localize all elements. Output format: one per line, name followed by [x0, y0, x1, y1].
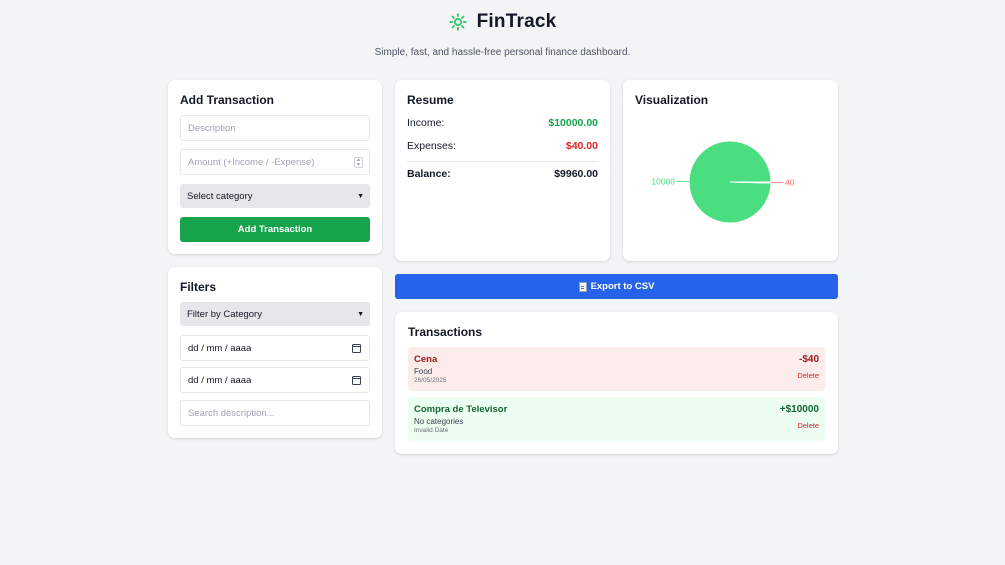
add-transaction-button[interactable]: Add Transaction [180, 217, 370, 242]
date-to-input[interactable]: dd / mm / aaaa [180, 367, 370, 393]
balance-label: Balance: [407, 168, 451, 180]
export-csv-label: Export to CSV [590, 281, 655, 292]
description-placeholder: Description [188, 122, 236, 134]
amount-stepper[interactable]: ▴ ▾ [354, 157, 363, 168]
filters-title: Filters [180, 280, 217, 294]
expenses-row: Expenses: $40.00 [407, 140, 598, 152]
transaction-amount: -$40 [798, 354, 819, 365]
pie-chart: 10000 40 [651, 140, 795, 224]
amount-input[interactable]: Amount (+Income / -Expense) ▴ ▾ [180, 149, 370, 175]
expenses-value: $40.00 [565, 140, 598, 152]
category-select-value: Select category [187, 190, 253, 202]
clipboard-icon [578, 281, 587, 292]
expenses-label: Expenses: [407, 140, 457, 152]
date-from-input[interactable]: dd / mm / aaaa [180, 335, 370, 361]
filter-category-select[interactable]: Filter by Category ▼ [180, 302, 370, 326]
transaction-amount: +$10000 [779, 404, 819, 415]
filter-category-value: Filter by Category [187, 308, 262, 320]
delete-button[interactable]: Delete [797, 421, 819, 430]
resume-divider [407, 161, 598, 162]
pie-data-label: 40 [785, 178, 795, 188]
income-label: Income: [407, 117, 445, 129]
filters-card: Filters Filter by Category ▼ dd / mm / a… [168, 267, 382, 438]
delete-button[interactable]: Delete [797, 371, 819, 380]
transactions-title: Transactions [408, 325, 483, 339]
add-transaction-title: Add Transaction [180, 93, 275, 107]
transaction-category: Food [414, 367, 433, 376]
sun-icon [448, 13, 467, 31]
income-value: $10000.00 [548, 117, 598, 129]
chevron-down-icon: ▼ [357, 310, 364, 318]
transaction-name: Cena [414, 354, 438, 365]
transaction-item: Cena Food 26/05/2025 -$40 Delete [408, 347, 825, 391]
transaction-name: Compra de Televisor [414, 404, 508, 415]
date-to-value: dd / mm / aaaa [188, 374, 252, 386]
add-transaction-card: Add Transaction Description Amount (+Inc… [168, 80, 382, 254]
app-title: FinTrack [476, 11, 557, 32]
balance-row: Balance: $9960.00 [407, 168, 598, 180]
chevron-down-icon: ▼ [357, 192, 364, 200]
balance-value: $9960.00 [554, 168, 598, 180]
search-description-input[interactable]: Search description... [180, 400, 370, 426]
category-select[interactable]: Select category ▼ [180, 184, 370, 208]
transaction-date: 26/05/2025 [414, 377, 447, 384]
resume-card: Resume Income: $10000.00 Expenses: $40.0… [395, 80, 610, 261]
resume-title: Resume [407, 93, 454, 107]
transaction-category: No categories [414, 417, 464, 426]
description-input[interactable]: Description [180, 115, 370, 141]
pie-data-label: 10000 [651, 176, 675, 186]
transactions-card: Transactions Cena Food 26/05/2025 -$40 D… [395, 312, 838, 454]
search-placeholder: Search description... [188, 407, 275, 419]
calendar-icon[interactable] [352, 375, 361, 385]
app-header: FinTrack [0, 11, 1005, 33]
visualization-card: Visualization 10000 40 [623, 80, 838, 261]
date-from-value: dd / mm / aaaa [188, 342, 252, 354]
transaction-item: Compra de Televisor No categories Invali… [408, 397, 825, 441]
app-subtitle: Simple, fast, and hassle-free personal f… [374, 47, 631, 58]
income-row: Income: $10000.00 [407, 117, 598, 129]
transaction-date: Invalid Date [414, 427, 449, 434]
export-csv-button[interactable]: Export to CSV [395, 274, 838, 299]
amount-placeholder: Amount (+Income / -Expense) [188, 156, 315, 168]
calendar-icon[interactable] [352, 343, 361, 353]
